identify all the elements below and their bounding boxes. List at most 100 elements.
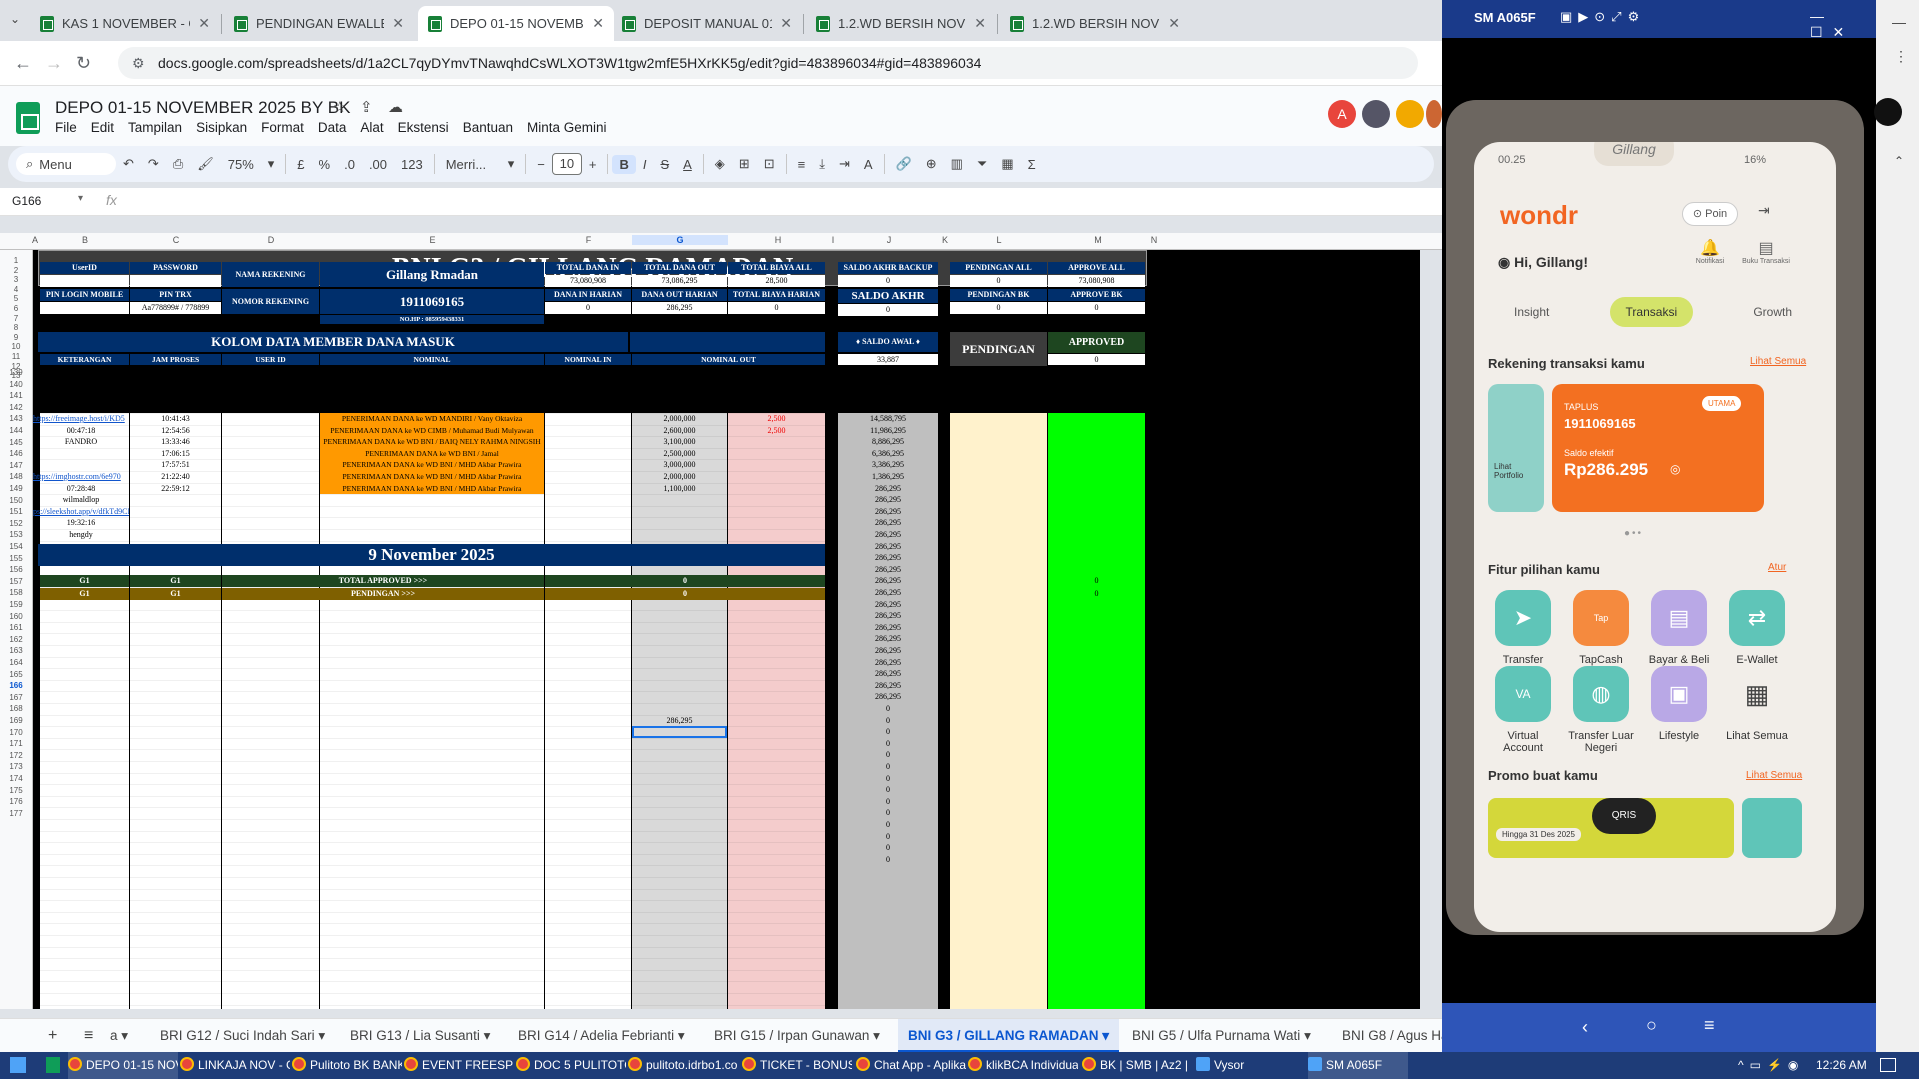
menu-extensions[interactable]: Ekstensi [398,120,449,135]
close-icon[interactable]: ✕ [780,15,792,32]
eye-icon[interactable]: ◎ [1670,462,1680,476]
strikethrough-button[interactable]: S [653,157,676,172]
cell-fee[interactable]: 2,500 [728,413,825,425]
close-icon[interactable]: ✕ [1168,15,1180,32]
cell-saldo[interactable]: 286,295 [838,668,938,680]
cell-nominal-out[interactable] [632,494,727,506]
column-label[interactable]: B [40,235,130,245]
currency-button[interactable]: £ [290,157,311,172]
row-label[interactable]: 9 [0,333,32,342]
site-info-icon[interactable]: ⚙ [132,55,145,72]
cell-nominal-out[interactable] [632,529,727,541]
segment-transaksi[interactable]: Transaksi [1609,297,1694,327]
filter-views-icon[interactable]: ▦ [994,156,1020,172]
cell-saldo[interactable]: 0 [838,807,938,819]
cell-saldo[interactable]: 0 [838,819,938,831]
menu-gemini[interactable]: Minta Gemini [527,120,607,135]
cell-nominal-out[interactable]: 2,600,000 [632,425,727,437]
tray-icons[interactable]: ^▭⚡◉ [1738,1052,1804,1079]
poin-button[interactable]: ⊙ Poin [1682,202,1738,226]
taskbar-item[interactable]: SM A065F [1308,1052,1408,1079]
taskbar-item[interactable]: DEPO 01-15 NOV... [68,1052,178,1079]
row-label[interactable]: 140 [0,380,32,389]
close-icon[interactable]: ✕ [198,15,210,32]
row-label[interactable]: 148 [0,472,32,481]
forward-icon[interactable]: → [45,53,63,74]
percent-button[interactable]: % [312,157,338,172]
cell-fee[interactable] [728,459,825,471]
menu-icon[interactable]: ⋮ [1894,48,1908,65]
cell-nominal[interactable]: PENERIMAAN DANA ke WD CIMB / Muhamad Bud… [320,424,544,437]
sheets-logo-icon[interactable] [16,102,40,134]
cell-saldo[interactable]: 286,295 [838,517,938,529]
row-label[interactable]: 7 [0,314,32,323]
menu-help[interactable]: Bantuan [463,120,513,135]
back-icon[interactable]: ← [14,53,32,74]
sheet-tab[interactable]: BRI G13 / Lia Susanti ▾ [350,1019,490,1053]
feature-tapcash[interactable]: Tap TapCash [1566,590,1636,666]
taskbar-item[interactable]: TICKET - BONUS -... [742,1052,852,1079]
cell-saldo[interactable]: 0 [838,715,938,727]
comment-icon[interactable]: ⊕ [919,156,944,172]
cell-keterangan[interactable] [33,448,129,460]
portfolio-card[interactable]: Lihat Portfolio [1488,384,1544,512]
close-icon[interactable]: ✕ [592,15,604,32]
cell-jam[interactable] [130,529,221,541]
cell-keterangan[interactable] [33,459,129,471]
browser-tab[interactable]: DEPOSIT MANUAL 01-30 NOVE ✕ [612,6,802,41]
decrease-decimal-button[interactable]: .0 [337,157,362,172]
row-label[interactable]: 159 [0,600,32,609]
menu-insert[interactable]: Sisipkan [196,120,247,135]
cell-nominal[interactable]: PENERIMAAN DANA ke WD MANDIRI / Vany Okt… [320,413,544,425]
notif-button[interactable]: 🔔 Notifikasi [1688,238,1732,265]
cell-jam[interactable]: 22:59:12 [130,483,221,495]
tab-search-icon[interactable]: ⌄ [10,12,20,26]
approved-cell[interactable]: 0 [1048,575,1145,587]
selected-cell[interactable] [632,726,727,738]
borders-icon[interactable]: ⊞ [732,156,757,172]
row-label[interactable]: 2 [0,266,32,275]
cell-jam[interactable]: 17:06:15 [130,448,221,460]
menu-edit[interactable]: Edit [91,120,114,135]
cell-saldo[interactable]: 286,295 [838,633,938,645]
column-label[interactable]: C [130,235,222,245]
chart-icon[interactable]: ▥ [944,156,970,172]
functions-icon[interactable]: Σ [1021,157,1043,172]
taskbar-item[interactable]: LINKAJA NOV - G... [180,1052,290,1079]
taskbar-item[interactable]: Vysor [1196,1052,1306,1079]
cell-saldo[interactable]: 0 [838,703,938,715]
buku-transaksi-button[interactable]: ▤ Buku Transaksi [1736,238,1796,265]
cell-saldo[interactable]: 0 [838,761,938,773]
cell-keterangan[interactable]: 00:47:18 [33,425,129,437]
row-label[interactable]: 1 [0,256,32,265]
row-label[interactable]: 145 [0,438,32,447]
cell-keterangan[interactable]: FANDRO [33,436,129,448]
vysor-tool-icons[interactable]: ▣▶⊙⤢⚙ [1560,9,1645,25]
row-label[interactable]: 177 [0,809,32,818]
merge-icon[interactable]: ⊡ [757,156,782,172]
recents-icon[interactable]: ≡ [1704,1015,1715,1036]
menu-format[interactable]: Format [261,120,304,135]
row-label[interactable]: 141 [0,391,32,400]
column-label[interactable]: D [222,235,320,245]
taskbar-item[interactable]: Chat App - Aplika... [856,1052,966,1079]
feature-ewallet[interactable]: ⇄ E-Wallet [1722,590,1792,666]
row-label[interactable]: 170 [0,728,32,737]
feature-bayar[interactable]: ▤ Bayar & Beli [1644,590,1714,666]
name-box[interactable]: G166 [12,194,82,208]
cell-saldo[interactable]: 8,886,295 [838,436,938,448]
increase-decimal-button[interactable]: .00 [362,157,394,172]
cell-saldo[interactable]: 0 [838,831,938,843]
segment-growth[interactable]: Growth [1737,297,1808,327]
menu-search[interactable]: ⌕ Menu [16,153,116,175]
cell-fee[interactable] [728,436,825,448]
row-label[interactable]: 143 [0,414,32,423]
notifications-icon[interactable] [1880,1058,1896,1072]
cell-fee[interactable] [728,494,825,506]
row-label[interactable]: 172 [0,751,32,760]
row-label[interactable]: 158 [0,588,32,597]
row-label[interactable]: 150 [0,496,32,505]
reload-icon[interactable]: ↻ [76,53,91,74]
align-icon[interactable]: ≡ [791,157,813,172]
cell-saldo[interactable]: 286,295 [838,657,938,669]
